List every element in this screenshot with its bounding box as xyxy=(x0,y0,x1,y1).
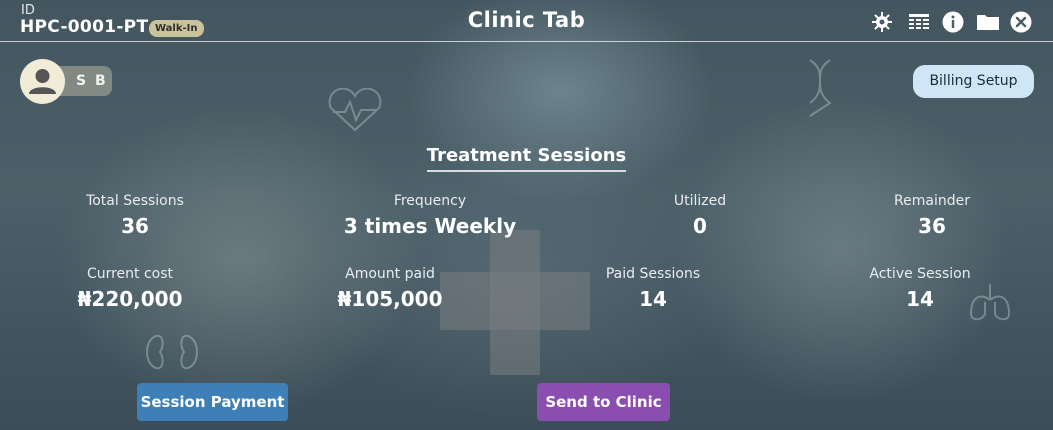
info-icon[interactable] xyxy=(942,11,964,33)
top-bar: ID HPC-0001-PT Walk-In Clinic Tab xyxy=(0,0,1053,42)
stat-utilized: Utilized 0 xyxy=(630,193,770,238)
stat-value: ₦220,000 xyxy=(77,287,183,311)
patient-initials: S B xyxy=(76,73,108,89)
session-payment-button[interactable]: Session Payment xyxy=(137,383,288,421)
billing-setup-button[interactable]: Billing Setup xyxy=(913,65,1034,98)
stat-value: 14 xyxy=(639,287,667,311)
treatment-sessions-heading: Treatment Sessions xyxy=(426,145,627,172)
stat-amount-paid: Amount paid ₦105,000 xyxy=(310,266,470,311)
stat-label: Paid Sessions xyxy=(605,266,701,282)
close-icon[interactable] xyxy=(1010,11,1032,33)
kidney-icon xyxy=(146,334,198,370)
section-title: Treatment Sessions xyxy=(0,145,1053,172)
stat-value: ₦105,000 xyxy=(337,287,443,311)
stat-value: 3 times Weekly xyxy=(343,214,517,238)
stat-label: Active Session xyxy=(869,266,971,282)
settings-icon[interactable] xyxy=(871,11,893,33)
dna-icon xyxy=(809,59,832,117)
stat-label: Amount paid xyxy=(345,266,435,282)
stat-label: Utilized xyxy=(673,193,727,209)
page-title: Clinic Tab xyxy=(467,8,586,32)
stat-active-session: Active Session 14 xyxy=(840,266,1000,311)
send-to-clinic-button[interactable]: Send to Clinic xyxy=(537,383,670,421)
stat-label: Remainder xyxy=(894,193,970,209)
stat-frequency: Frequency 3 times Weekly xyxy=(320,193,540,238)
folder-icon[interactable] xyxy=(976,11,1000,33)
stat-value: 14 xyxy=(906,287,934,311)
stat-total-sessions: Total Sessions 36 xyxy=(60,193,210,238)
stat-label: Frequency xyxy=(393,193,467,209)
patient-profile[interactable]: S B xyxy=(20,59,112,104)
stat-value: 36 xyxy=(918,214,946,238)
stat-remainder: Remainder 36 xyxy=(862,193,1002,238)
stat-value: 36 xyxy=(121,214,149,238)
stat-label: Current cost xyxy=(86,266,174,282)
table-icon[interactable] xyxy=(908,11,930,33)
stat-label: Total Sessions xyxy=(86,193,184,209)
heart-pulse-icon xyxy=(328,88,382,132)
stat-value: 0 xyxy=(693,214,707,238)
stat-current-cost: Current cost ₦220,000 xyxy=(55,266,205,311)
user-avatar-icon xyxy=(20,59,65,104)
stat-paid-sessions: Paid Sessions 14 xyxy=(578,266,728,311)
